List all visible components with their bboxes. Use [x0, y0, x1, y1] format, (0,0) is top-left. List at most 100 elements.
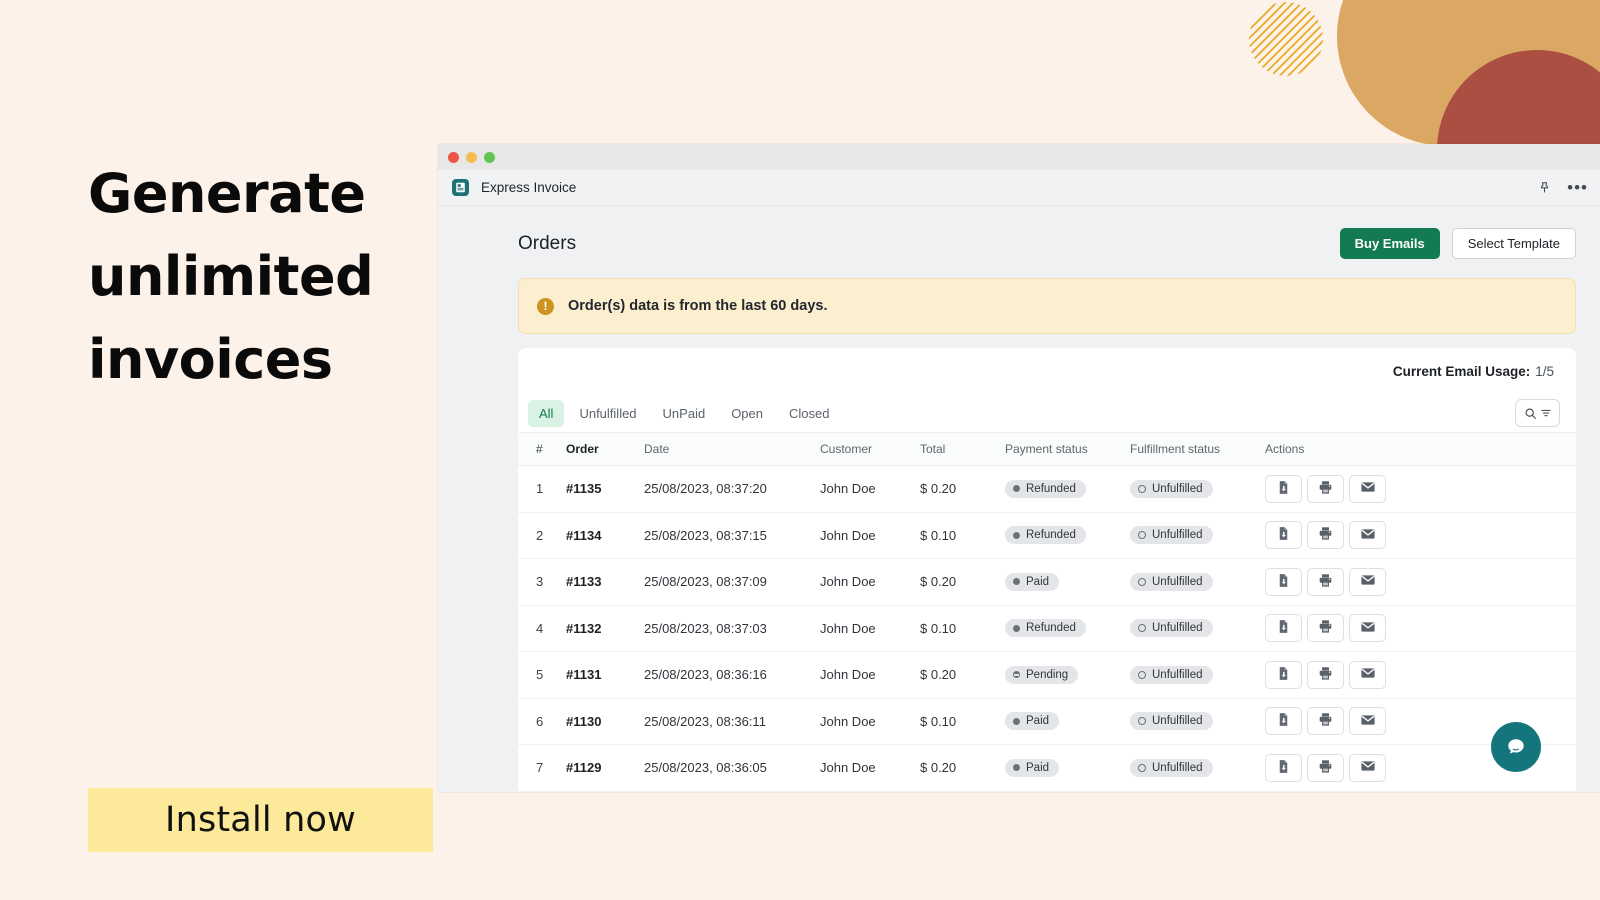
download-button[interactable] — [1265, 661, 1302, 689]
payment-status-label: Refunded — [1026, 529, 1076, 541]
status-ring-icon — [1138, 764, 1146, 772]
cell-order[interactable]: #1135 — [566, 466, 644, 513]
status-ring-icon — [1138, 624, 1146, 632]
print-button[interactable] — [1307, 707, 1344, 735]
download-icon — [1276, 666, 1291, 684]
cell-order[interactable]: #1133 — [566, 559, 644, 606]
table-row[interactable]: 5#113125/08/2023, 08:36:16John Doe$ 0.20… — [518, 652, 1576, 699]
striped-circle-shape — [1249, 2, 1323, 76]
table-row[interactable]: 7#112925/08/2023, 08:36:05John Doe$ 0.20… — [518, 745, 1576, 792]
column-header-date: Date — [644, 433, 820, 466]
tab-open[interactable]: Open — [720, 400, 774, 427]
table-row[interactable]: 4#113225/08/2023, 08:37:03John Doe$ 0.10… — [518, 605, 1576, 652]
table-row[interactable]: 3#113325/08/2023, 08:37:09John Doe$ 0.20… — [518, 559, 1576, 606]
status-ring-icon — [1138, 717, 1146, 725]
window-titlebar — [438, 144, 1600, 170]
email-button[interactable] — [1349, 661, 1386, 689]
cell-fulfillment-status: Unfulfilled — [1130, 559, 1265, 606]
email-icon — [1360, 526, 1376, 545]
download-icon — [1276, 712, 1291, 730]
cell-payment-status: Refunded — [1005, 512, 1130, 559]
tan-blob-shape — [1337, 0, 1600, 146]
tab-unfulfilled[interactable]: Unfulfilled — [568, 400, 647, 427]
search-icon — [1524, 407, 1537, 420]
column-header-payment: Payment status — [1005, 433, 1130, 466]
tab-closed[interactable]: Closed — [778, 400, 840, 427]
download-button[interactable] — [1265, 754, 1302, 782]
email-button[interactable] — [1349, 614, 1386, 642]
alert-circle-icon: ! — [537, 298, 554, 315]
cell-date: 25/08/2023, 08:37:20 — [644, 466, 820, 513]
fulfillment-status-badge: Unfulfilled — [1130, 619, 1213, 637]
cell-index: 6 — [518, 698, 566, 745]
email-button[interactable] — [1349, 568, 1386, 596]
print-button[interactable] — [1307, 661, 1344, 689]
payment-status-label: Refunded — [1026, 622, 1076, 634]
print-icon — [1318, 666, 1333, 684]
email-button[interactable] — [1349, 754, 1386, 782]
close-window-button[interactable] — [448, 152, 459, 163]
pin-icon[interactable] — [1538, 181, 1551, 194]
minimize-window-button[interactable] — [466, 152, 477, 163]
more-dots-glyph: ••• — [1567, 183, 1588, 193]
page-header: Orders Buy Emails Select Template — [438, 206, 1600, 259]
install-now-label: Install now — [165, 800, 356, 840]
print-button[interactable] — [1307, 568, 1344, 596]
status-ring-icon — [1138, 578, 1146, 586]
maximize-window-button[interactable] — [484, 152, 495, 163]
orders-table-head: # Order Date Customer Total Payment stat… — [518, 433, 1576, 466]
print-button[interactable] — [1307, 614, 1344, 642]
app-window: Express Invoice ••• Orders Buy Emails Se… — [438, 144, 1600, 792]
download-button[interactable] — [1265, 521, 1302, 549]
cell-customer: John Doe — [820, 745, 920, 792]
tab-all[interactable]: All — [528, 400, 564, 427]
payment-status-label: Paid — [1026, 762, 1049, 774]
marketing-headline: Generate unlimited invoices — [88, 152, 428, 401]
cell-date: 25/08/2023, 08:36:11 — [644, 698, 820, 745]
search-filter-button[interactable] — [1515, 399, 1560, 427]
chat-widget-button[interactable] — [1491, 722, 1541, 772]
cell-order[interactable]: #1134 — [566, 512, 644, 559]
row-actions — [1265, 568, 1576, 596]
chat-bubble-icon — [1504, 735, 1528, 759]
table-row[interactable]: 1#113525/08/2023, 08:37:20John Doe$ 0.20… — [518, 466, 1576, 513]
download-button[interactable] — [1265, 707, 1302, 735]
tab-unpaid[interactable]: UnPaid — [652, 400, 717, 427]
print-button[interactable] — [1307, 754, 1344, 782]
table-row[interactable]: 2#113425/08/2023, 08:37:15John Doe$ 0.10… — [518, 512, 1576, 559]
more-horizontal-icon[interactable]: ••• — [1567, 183, 1588, 193]
email-icon — [1360, 479, 1376, 498]
orders-table-body: 1#113525/08/2023, 08:37:20John Doe$ 0.20… — [518, 466, 1576, 792]
cell-customer: John Doe — [820, 652, 920, 699]
download-icon — [1276, 526, 1291, 544]
download-icon — [1276, 619, 1291, 637]
select-template-button[interactable]: Select Template — [1452, 228, 1576, 259]
email-button[interactable] — [1349, 521, 1386, 549]
app-toolbar: Express Invoice ••• — [438, 170, 1600, 206]
column-header-actions: Actions — [1265, 433, 1576, 466]
buy-emails-button[interactable]: Buy Emails — [1340, 228, 1440, 259]
fulfillment-status-label: Unfulfilled — [1152, 622, 1203, 634]
cell-order[interactable]: #1130 — [566, 698, 644, 745]
cell-payment-status: Paid — [1005, 698, 1130, 745]
download-button[interactable] — [1265, 614, 1302, 642]
fulfillment-status-label: Unfulfilled — [1152, 715, 1203, 727]
print-button[interactable] — [1307, 475, 1344, 503]
cell-order[interactable]: #1132 — [566, 605, 644, 652]
cell-order[interactable]: #1131 — [566, 652, 644, 699]
cell-total: $ 0.20 — [920, 466, 1005, 513]
email-button[interactable] — [1349, 707, 1386, 735]
print-button[interactable] — [1307, 521, 1344, 549]
download-button[interactable] — [1265, 475, 1302, 503]
cell-index: 3 — [518, 559, 566, 606]
info-banner: ! Order(s) data is from the last 60 days… — [518, 278, 1576, 334]
payment-status-badge: Paid — [1005, 759, 1059, 777]
print-icon — [1318, 712, 1333, 730]
download-button[interactable] — [1265, 568, 1302, 596]
table-row[interactable]: 6#113025/08/2023, 08:36:11John Doe$ 0.10… — [518, 698, 1576, 745]
fulfillment-status-badge: Unfulfilled — [1130, 573, 1213, 591]
cell-order[interactable]: #1129 — [566, 745, 644, 792]
install-now-button[interactable]: Install now — [88, 788, 433, 852]
cell-index: 7 — [518, 745, 566, 792]
email-button[interactable] — [1349, 475, 1386, 503]
